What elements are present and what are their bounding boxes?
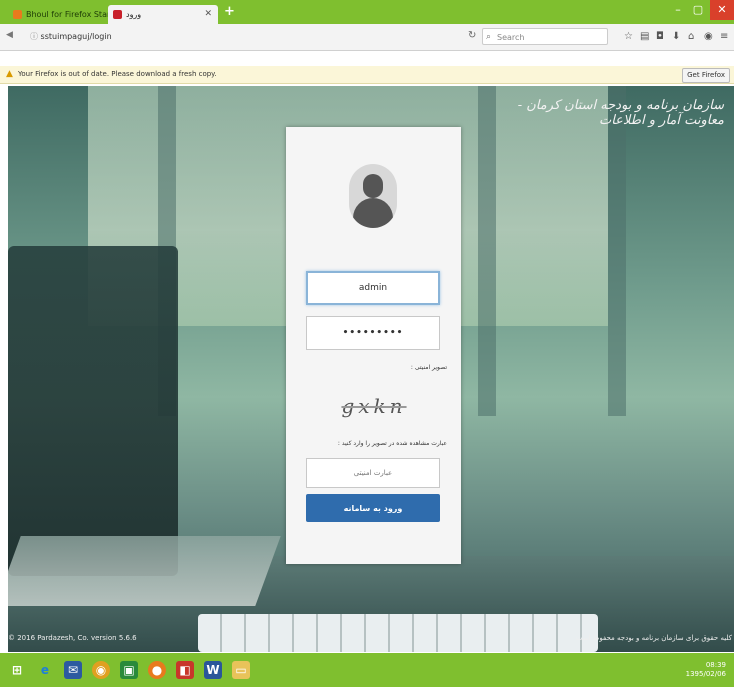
browser-tab-bar: Bhoul for Firefox Start Page ورود ✕ + – … — [0, 0, 734, 24]
windows-start-icon[interactable]: ⊞ — [8, 661, 26, 679]
captcha-image: gxkn — [341, 394, 407, 418]
reload-icon[interactable]: ↻ — [468, 30, 476, 41]
chrome-icon[interactable]: ◉ — [92, 661, 110, 679]
background-laptop — [8, 246, 178, 576]
user-avatar-icon — [349, 164, 397, 228]
password-field[interactable] — [306, 316, 440, 350]
notification-text: Your Firefox is out of date. Please down… — [18, 70, 217, 78]
avatar-shoulders — [353, 198, 393, 228]
navigation-bar: ◀ ⓘ sstuimpaguj/login ↻ ⌕ Search ☆ ▤ ◘ ⬇… — [0, 24, 734, 51]
username-field[interactable] — [306, 271, 440, 305]
search-input[interactable]: ⌕ Search — [482, 28, 608, 45]
captcha-input[interactable] — [306, 458, 440, 488]
background-laptop-base — [8, 536, 281, 606]
warning-icon: ▲ — [6, 69, 13, 79]
login-button[interactable]: ورود به سامانه — [306, 494, 440, 522]
background-pillar — [478, 86, 496, 416]
download-icon[interactable]: ⬇ — [672, 31, 680, 42]
new-tab-button[interactable]: + — [224, 4, 235, 19]
addon-icon[interactable]: ◉ — [704, 31, 713, 42]
captcha-instruction: عبارت مشاهده شده در تصویر را وارد کنید : — [337, 440, 447, 447]
store-icon[interactable]: ▣ — [120, 661, 138, 679]
copyright-text: © 2016 Pardazesh, Co. version 5.6.6 — [8, 634, 137, 642]
close-tab-icon[interactable]: ✕ — [204, 5, 212, 24]
avatar-head — [363, 174, 383, 198]
tab-label: Bhoul for Firefox Start Page — [26, 10, 108, 19]
mail-icon[interactable]: ✉ — [64, 661, 82, 679]
background-pillar — [608, 86, 626, 416]
update-notification: ▲ Your Firefox is out of date. Please do… — [0, 66, 734, 84]
site-icon — [113, 10, 122, 19]
address-bar[interactable]: ⓘ sstuimpaguj/login — [26, 29, 470, 45]
windows-taskbar: ⊞ e ✉ ◉ ▣ ● ◧ W ▭ 08:39 1395/02/06 — [0, 653, 734, 687]
login-card: تصویر امنیتی : gxkn عبارت مشاهده شده در … — [286, 127, 461, 564]
clock-date: 1395/02/06 — [685, 670, 726, 678]
close-window-button[interactable]: ✕ — [710, 0, 734, 20]
maximize-button[interactable]: ▢ — [688, 0, 708, 20]
captcha-label: تصویر امنیتی : — [410, 364, 447, 371]
organization-title: سازمان برنامه و بودجه استان کرمان - معاو… — [517, 98, 724, 128]
tab-start-page[interactable]: Bhoul for Firefox Start Page — [8, 5, 108, 24]
tab-label: ورود — [126, 10, 142, 19]
bookmark-star-icon[interactable]: ☆ — [624, 31, 633, 42]
minimize-button[interactable]: – — [668, 0, 688, 20]
clock-time: 08:39 — [705, 661, 726, 669]
search-icon: ⌕ — [486, 32, 492, 42]
back-icon[interactable]: ◀ — [6, 30, 13, 40]
background-keyboard — [198, 614, 598, 652]
firefox-taskbar-icon[interactable]: ● — [148, 661, 166, 679]
lock-icon: ⓘ — [30, 32, 41, 41]
firefox-icon — [13, 10, 22, 19]
rights-text: کلیه حقوق برای سازمان برنامه و بودجه محف… — [576, 634, 732, 642]
file-explorer-icon[interactable]: ▭ — [232, 661, 250, 679]
home-icon[interactable]: ⌂ — [688, 31, 694, 42]
menu-icon[interactable]: ≡ — [720, 31, 728, 42]
get-firefox-button[interactable]: Get Firefox — [682, 68, 730, 83]
word-icon[interactable]: W — [204, 661, 222, 679]
search-placeholder: Search — [497, 33, 525, 42]
url-text: sstuimpaguj/login — [40, 32, 112, 41]
bookmarks-icon[interactable]: ▤ — [640, 31, 649, 42]
system-tray[interactable]: 08:39 1395/02/06 — [686, 661, 726, 679]
tab-login[interactable]: ورود ✕ — [108, 5, 218, 24]
office-icon[interactable]: ◧ — [176, 661, 194, 679]
pocket-icon[interactable]: ◘ — [656, 31, 664, 42]
internet-explorer-icon[interactable]: e — [36, 661, 54, 679]
